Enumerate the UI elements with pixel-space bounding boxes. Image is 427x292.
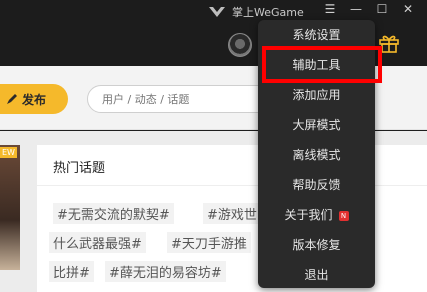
avatar[interactable]	[228, 33, 252, 57]
app-brand: 掌上WeGame	[208, 4, 304, 20]
highlight-box	[262, 46, 382, 83]
post-button[interactable]: 发布	[0, 84, 68, 114]
search-input[interactable]	[87, 85, 287, 113]
menu-item-add-app[interactable]: 添加应用	[258, 80, 375, 110]
menu-item-about[interactable]: 关于我们 N	[258, 200, 375, 230]
window-controls: ☰ — ☐ ✕	[323, 2, 415, 16]
menu-item-label: 关于我们	[284, 208, 333, 222]
menu-icon[interactable]: ☰	[323, 2, 337, 16]
menu-item-label: 添加应用	[292, 88, 341, 102]
topic-tag[interactable]: 比拼#	[49, 261, 94, 282]
topic-tag[interactable]: #游戏世	[203, 203, 261, 224]
minimize-icon[interactable]: —	[349, 2, 363, 16]
maximize-icon[interactable]: ☐	[375, 2, 389, 16]
menu-item-label: 系统设置	[292, 28, 341, 42]
app-brand-name: 掌上WeGame	[232, 6, 304, 19]
menu-item-version-repair[interactable]: 版本修复	[258, 230, 375, 260]
menu-item-label: 帮助反馈	[292, 178, 341, 192]
menu-item-label: 离线模式	[292, 148, 341, 162]
menu-item-offline-mode[interactable]: 离线模式	[258, 140, 375, 170]
new-badge: N	[338, 210, 349, 221]
menu-item-label: 大屏模式	[292, 118, 341, 132]
close-icon[interactable]: ✕	[401, 2, 415, 16]
publish-icon	[6, 94, 17, 104]
wegame-logo-icon	[209, 7, 225, 17]
menu-item-big-screen[interactable]: 大屏模式	[258, 110, 375, 140]
menu-item-label: 退出	[304, 268, 329, 282]
topic-tag[interactable]: 什么武器最强#	[49, 232, 146, 253]
menu-item-help-feedback[interactable]: 帮助反馈	[258, 170, 375, 200]
menu-item-label: 版本修复	[292, 238, 341, 252]
topic-tag[interactable]: #天刀手游推	[167, 232, 251, 253]
topic-tag[interactable]: #薛无泪的易容坊#	[105, 261, 226, 282]
topic-tag[interactable]: #无需交流的默契#	[53, 203, 174, 224]
promo-badge: EW	[0, 147, 17, 158]
menu-item-exit[interactable]: 退出	[258, 260, 375, 290]
hot-topics-title: 热门话题	[53, 161, 106, 176]
post-button-label: 发布	[21, 92, 46, 107]
promo-banner[interactable]	[0, 145, 20, 270]
